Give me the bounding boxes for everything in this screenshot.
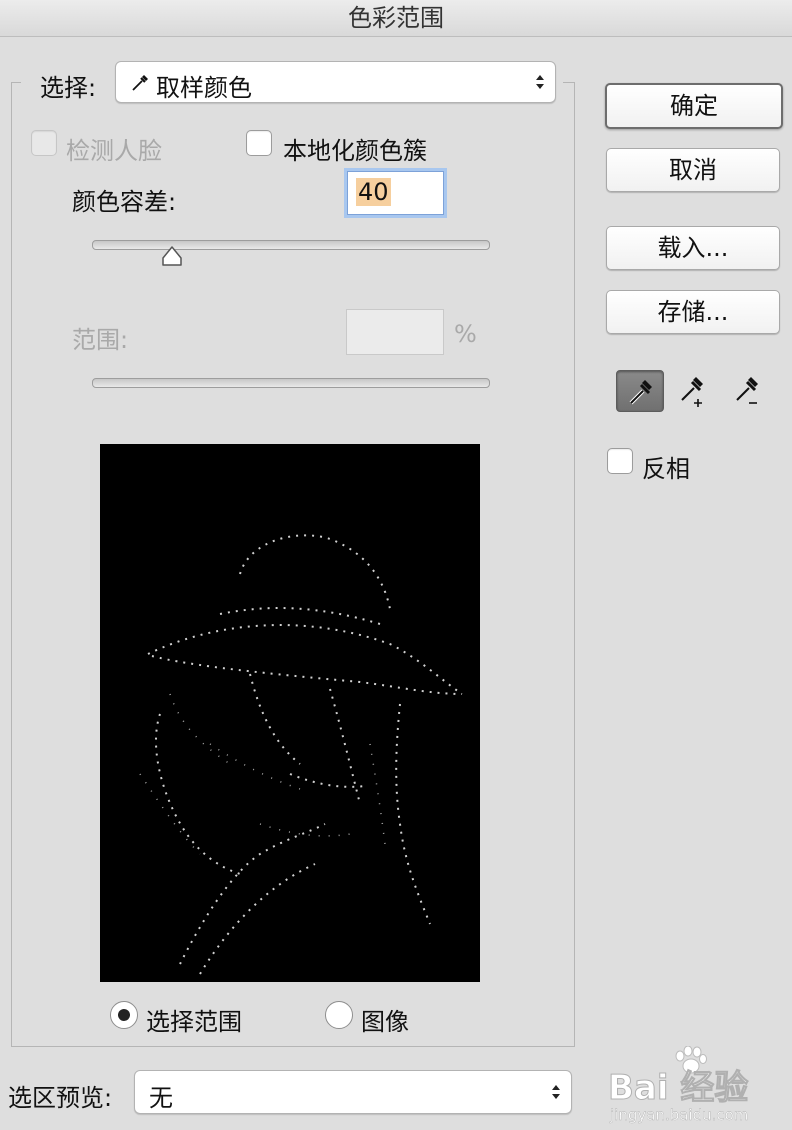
eyedropper-icon: [629, 380, 652, 405]
selection-view-radio[interactable]: [110, 1001, 138, 1029]
add-sample-tool[interactable]: [672, 370, 718, 410]
updown-arrows-icon: [536, 75, 544, 89]
subtract-sample-tool[interactable]: [727, 370, 773, 410]
fuzziness-input[interactable]: 40: [347, 171, 444, 215]
range-input[interactable]: [346, 309, 444, 355]
group-border-left: [11, 82, 21, 83]
image-view-radio[interactable]: [325, 1001, 353, 1029]
selection-view-label: 选择范围: [146, 1008, 242, 1036]
invert-checkbox[interactable]: [607, 448, 633, 474]
selection-preview-value: 无: [149, 1084, 173, 1112]
range-unit: %: [454, 320, 477, 348]
ok-button[interactable]: 确定: [605, 83, 783, 129]
updown-arrows-icon: [552, 1085, 560, 1099]
selection-preview[interactable]: [100, 444, 480, 982]
watermark-text: Bai 经验: [607, 1068, 749, 1109]
range-label: 范围:: [72, 326, 129, 354]
group-border-right: [563, 82, 574, 83]
watermark-url: jingyan.baidu.com: [610, 1106, 749, 1124]
fuzziness-slider-thumb[interactable]: [160, 245, 184, 267]
localized-clusters-label: 本地化颜色簇: [283, 137, 427, 165]
image-view-label: 图像: [361, 1008, 409, 1036]
eyedropper-minus-icon: [736, 377, 758, 404]
fuzziness-value: 40: [356, 178, 391, 206]
detect-faces-label: 检测人脸: [66, 137, 162, 165]
selection-preview-dropdown[interactable]: 无: [134, 1070, 572, 1114]
range-slider-track[interactable]: [92, 378, 490, 388]
select-dropdown[interactable]: 取样颜色: [115, 61, 556, 103]
invert-label: 反相: [642, 455, 690, 483]
save-button[interactable]: 存储...: [606, 290, 780, 334]
eyedropper-plus-icon: [681, 377, 703, 407]
eyedropper-icon: [132, 75, 148, 91]
radio-dot: [118, 1009, 130, 1021]
baidu-watermark: Bai 经验 jingyan.baidu.com: [606, 1046, 792, 1130]
select-value: 取样颜色: [156, 74, 252, 102]
localized-clusters-checkbox[interactable]: [246, 130, 272, 156]
fuzziness-slider-track[interactable]: [92, 240, 490, 250]
select-label: 选择:: [40, 74, 97, 102]
detect-faces-checkbox[interactable]: [31, 130, 57, 156]
selection-preview-label: 选区预览:: [8, 1084, 113, 1112]
load-button[interactable]: 载入...: [606, 226, 780, 270]
fuzziness-label: 颜色容差:: [72, 188, 177, 216]
selection-mask-image: [139, 534, 463, 975]
window-title: 色彩范围: [0, 0, 792, 37]
cancel-button[interactable]: 取消: [606, 148, 780, 192]
eyedropper-tool[interactable]: [616, 370, 664, 412]
